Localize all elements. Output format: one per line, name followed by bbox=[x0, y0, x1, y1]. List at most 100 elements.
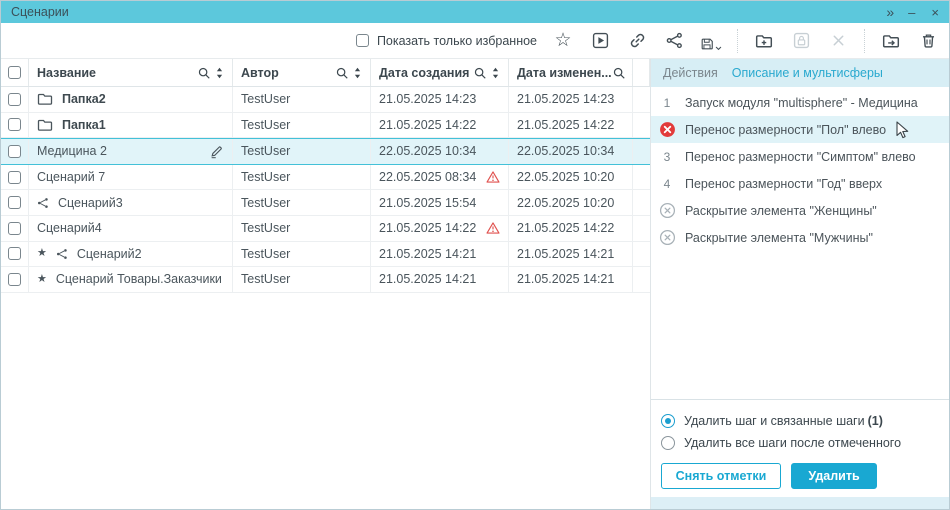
column-header-author: Автор bbox=[241, 66, 335, 80]
row-name: Сценарий2 bbox=[77, 247, 142, 261]
tab-description-multispheres[interactable]: Описание и мультисферы bbox=[732, 66, 883, 80]
favorites-filter[interactable]: Показать только избранное bbox=[356, 34, 537, 48]
collapse-window-button[interactable]: » bbox=[886, 5, 892, 19]
run-scenario-button[interactable] bbox=[589, 30, 611, 52]
step-label: Перенос размерности "Пол" влево bbox=[685, 123, 886, 137]
row-modified: 21.05.2025 14:21 bbox=[509, 267, 633, 292]
shared-icon bbox=[56, 248, 68, 260]
row-checkbox[interactable] bbox=[8, 273, 21, 286]
row-created: 21.05.2025 14:21 bbox=[379, 272, 476, 286]
table-row[interactable]: ★Сценарий2 TestUser 21.05.2025 14:21 21.… bbox=[1, 242, 650, 268]
table-row[interactable]: Сценарий 7 TestUser 22.05.2025 08:34 22.… bbox=[1, 165, 650, 191]
x-mark-icon bbox=[831, 33, 846, 48]
step-label: Запуск модуля "multisphere" - Медицина bbox=[685, 96, 918, 110]
sort-icon[interactable] bbox=[353, 66, 362, 80]
row-checkbox[interactable] bbox=[8, 222, 21, 235]
sort-icon[interactable] bbox=[215, 66, 224, 80]
row-name: Сценарий Товары.Заказчики bbox=[56, 272, 222, 286]
action-step[interactable]: 4 Перенос размерности "Год" вверх bbox=[651, 170, 949, 197]
action-step[interactable]: 1 Запуск модуля "multisphere" - Медицина bbox=[651, 89, 949, 116]
toolbar: Показать только избранное ☆ bbox=[1, 23, 949, 59]
action-step[interactable]: 3 Перенос размерности "Симптом" влево bbox=[651, 143, 949, 170]
row-created: 21.05.2025 14:22 bbox=[379, 221, 476, 235]
search-icon[interactable] bbox=[197, 66, 211, 80]
table-row[interactable]: ★Сценарий Товары.Заказчики TestUser 21.0… bbox=[1, 267, 650, 293]
row-name: Сценарий3 bbox=[58, 196, 123, 210]
favorites-label: Показать только избранное bbox=[377, 34, 537, 48]
favorite-button[interactable]: ☆ bbox=[552, 30, 574, 52]
delete-scenario-button[interactable] bbox=[917, 30, 939, 52]
row-author: TestUser bbox=[233, 242, 371, 267]
row-checkbox[interactable] bbox=[8, 196, 21, 209]
row-name: Сценарий 7 bbox=[37, 170, 105, 184]
radio-unchecked-icon[interactable] bbox=[661, 436, 675, 450]
tab-actions[interactable]: Действия bbox=[663, 66, 718, 80]
table-row[interactable]: Папка2 TestUser 21.05.2025 14:23 21.05.2… bbox=[1, 87, 650, 113]
row-author: TestUser bbox=[233, 216, 371, 241]
action-step-excluded[interactable]: Раскрытие элемента "Мужчины" bbox=[651, 224, 949, 251]
row-author: TestUser bbox=[233, 165, 371, 190]
row-modified: 22.05.2025 10:20 bbox=[509, 165, 633, 190]
row-checkbox[interactable] bbox=[8, 118, 21, 131]
action-step-excluded[interactable]: Раскрытие элемента "Женщины" bbox=[651, 197, 949, 224]
new-folder-button[interactable] bbox=[753, 30, 775, 52]
delete-steps-button[interactable]: Удалить bbox=[791, 463, 877, 489]
step-label: Раскрытие элемента "Мужчины" bbox=[685, 231, 873, 245]
remove-share-button bbox=[827, 30, 849, 52]
row-checkbox[interactable] bbox=[8, 145, 21, 158]
row-checkbox[interactable] bbox=[8, 247, 21, 260]
remove-step-icon[interactable] bbox=[659, 121, 676, 138]
column-header-name: Название bbox=[37, 66, 197, 80]
clear-marks-button[interactable]: Снять отметки bbox=[661, 463, 781, 489]
favorites-checkbox[interactable] bbox=[356, 34, 369, 47]
table-row[interactable]: Папка1 TestUser 21.05.2025 14:22 21.05.2… bbox=[1, 113, 650, 139]
row-created: 22.05.2025 08:34 bbox=[379, 170, 476, 184]
warning-icon bbox=[486, 170, 500, 184]
row-created: 21.05.2025 14:23 bbox=[379, 92, 476, 106]
row-modified: 21.05.2025 14:23 bbox=[509, 87, 633, 112]
window-title: Сценарии bbox=[11, 5, 886, 19]
delete-option-linked[interactable]: Удалить шаг и связанные шаги(1) bbox=[661, 410, 939, 432]
table-row[interactable]: Сценарий4 TestUser 21.05.2025 14:22 21.0… bbox=[1, 216, 650, 242]
table-header: Название Автор Дата создания Дата измене… bbox=[1, 59, 650, 87]
warning-icon bbox=[486, 221, 500, 235]
edit-pencil-icon[interactable] bbox=[209, 144, 224, 159]
select-all-checkbox[interactable] bbox=[8, 66, 21, 79]
row-modified: 22.05.2025 10:34 bbox=[509, 139, 633, 164]
row-name: Сценарий4 bbox=[37, 221, 102, 235]
step-number: 1 bbox=[657, 96, 677, 110]
delete-option-after[interactable]: Удалить все шаги после отмеченного bbox=[661, 432, 939, 454]
folder-export-icon bbox=[882, 32, 900, 50]
row-checkbox[interactable] bbox=[8, 171, 21, 184]
shared-icon bbox=[37, 197, 49, 209]
row-created: 21.05.2025 14:22 bbox=[379, 118, 476, 132]
table-row-selected[interactable]: Медицина 2 TestUser 22.05.2025 10:34 22.… bbox=[1, 138, 650, 165]
radio-label: Удалить шаг и связанные шаги bbox=[684, 414, 865, 428]
copy-link-button[interactable] bbox=[626, 30, 648, 52]
step-label: Перенос размерности "Год" вверх bbox=[685, 177, 882, 191]
toolbar-separator bbox=[737, 29, 738, 53]
move-to-folder-button[interactable] bbox=[880, 30, 902, 52]
search-icon[interactable] bbox=[473, 66, 487, 80]
search-icon[interactable] bbox=[335, 66, 349, 80]
table-row[interactable]: Сценарий3 TestUser 21.05.2025 15:54 22.0… bbox=[1, 190, 650, 216]
search-icon[interactable] bbox=[612, 66, 626, 80]
save-button[interactable] bbox=[700, 30, 722, 52]
minimize-button[interactable]: – bbox=[908, 6, 915, 19]
favorite-star-icon: ★ bbox=[37, 248, 47, 259]
share-button[interactable] bbox=[663, 30, 685, 52]
excluded-step-icon bbox=[659, 229, 676, 246]
row-author: TestUser bbox=[233, 139, 371, 164]
row-name: Медицина 2 bbox=[37, 144, 107, 158]
radio-label: Удалить все шаги после отмеченного bbox=[684, 436, 901, 450]
toolbar-separator bbox=[864, 29, 865, 53]
row-checkbox[interactable] bbox=[8, 93, 21, 106]
folder-icon bbox=[37, 91, 53, 107]
action-step-marked[interactable]: Перенос размерности "Пол" влево bbox=[651, 116, 949, 143]
radio-checked-icon[interactable] bbox=[661, 414, 675, 428]
row-modified: 21.05.2025 14:21 bbox=[509, 242, 633, 267]
close-button[interactable]: × bbox=[931, 6, 939, 19]
radio-count: (1) bbox=[868, 414, 883, 428]
sort-icon[interactable] bbox=[491, 66, 500, 80]
step-number: 3 bbox=[657, 150, 677, 164]
